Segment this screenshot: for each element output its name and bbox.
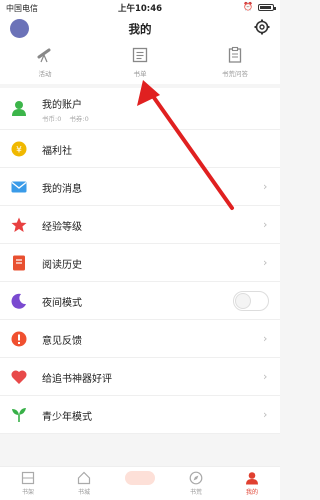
chevron-right-icon: › [263,180,268,193]
chevron-right-icon: › [263,256,268,269]
tab-bar: 书架 书城 书荒 我的 [0,466,280,500]
user-active-icon [246,472,258,485]
sprout-icon [12,408,26,422]
tool-label: 书单 [133,70,147,78]
status-time: 上午10:46 [117,4,163,14]
tab-mine[interactable]: 我的 [224,470,280,496]
tool-activity[interactable]: 活动 [15,44,75,78]
envelope-icon [11,181,27,193]
tool-booklist[interactable]: 书单 [110,44,170,78]
menu-item-label: 我的消息 [42,184,82,195]
toggle-knob [235,293,251,309]
chevron-right-icon: › [263,408,268,421]
menu-list: 我的账户 书币:0 书券:0 ¥ 福利社 我的消息 › 经验等级 › 阅读历史 … [0,88,280,434]
night-mode-toggle[interactable] [233,291,269,311]
coin-icon: ¥ [11,141,27,157]
settings-icon[interactable] [254,19,270,35]
star-icon [11,217,27,232]
menu-item-feedback[interactable]: 意见反馈 › [0,320,280,358]
menu-item-welfare[interactable]: ¥ 福利社 [0,130,280,168]
tab-bookshelf[interactable]: 书架 [0,470,56,496]
menu-item-account[interactable]: 我的账户 书币:0 书券:0 [0,88,280,130]
menu-item-night-mode: 夜间模式 [0,282,280,320]
home-icon [77,471,91,485]
alert-icon [11,331,27,347]
chevron-right-icon: › [263,332,268,345]
menu-item-label: 经验等级 [42,222,82,233]
svg-text:¥: ¥ [16,146,22,156]
menu-item-rate-app[interactable]: 给追书神器好评 › [0,358,280,396]
menu-item-label: 青少年模式 [42,412,92,423]
telescope-icon [37,48,51,63]
voucher-balance: 书券:0 [69,115,89,123]
header: 我的 [0,14,280,42]
chevron-right-icon: › [263,370,268,383]
menu-item-label: 给追书神器好评 [42,374,112,385]
tab-label: 书城 [77,489,90,496]
menu-item-teen-mode[interactable]: 青少年模式 › [0,396,280,434]
heart-icon [11,370,27,384]
tab-label: 书架 [21,489,34,496]
compass-icon [189,471,203,485]
user-icon [12,101,26,116]
tool-label: 书荒问答 [222,70,248,78]
battery-icon [258,4,276,11]
chevron-right-icon: › [263,218,268,231]
tab-bookstore[interactable]: 书城 [56,470,112,496]
account-balances: 书币:0 书券:0 [42,113,95,123]
tool-label: 活动 [38,70,52,78]
menu-item-label: 福利社 [42,146,72,157]
book-icon [13,255,25,271]
menu-item-label: 夜间模式 [42,298,82,309]
menu-item-level[interactable]: 经验等级 › [0,206,280,244]
menu-item-history[interactable]: 阅读历史 › [0,244,280,282]
clipboard-icon [228,46,242,63]
menu-item-label: 阅读历史 [42,260,82,271]
alarm-icon: ⏰ [243,2,253,11]
menu-item-label: 我的账户 [42,100,82,111]
menu-item-messages[interactable]: 我的消息 › [0,168,280,206]
tab-center[interactable] [112,470,168,487]
tool-qa[interactable]: 书荒问答 [205,44,265,78]
coin-balance: 书币:0 [42,115,62,123]
blurred-tab-icon [125,471,155,485]
menu-item-label: 意见反馈 [42,336,82,347]
book-list-icon [132,47,148,63]
tab-label: 我的 [245,489,258,496]
bookshelf-icon [21,471,35,485]
moon-icon [11,293,26,309]
page-title: 我的 [128,22,152,36]
tab-booknav[interactable]: 书荒 [168,470,224,496]
status-bar: 中国电信 上午10:46 ⏰ [0,0,280,14]
tab-label: 书荒 [189,489,202,496]
tools-row: 活动 书单 书荒问答 [0,42,280,84]
